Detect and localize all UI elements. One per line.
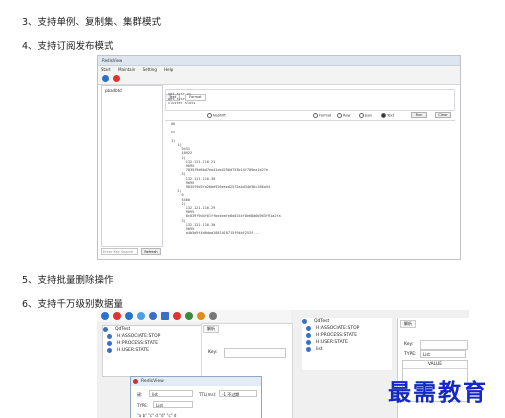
menu-setting[interactable]: Setting — [143, 67, 157, 72]
dialog-key-field[interactable]: list — [149, 390, 193, 397]
redisview-dialog: RedisView 键: list TTL(ms): -1 不过期 TYPE: … — [130, 376, 262, 418]
key-icon — [107, 334, 112, 339]
toolbar-2 — [97, 310, 291, 322]
key-label-2: Key: — [404, 342, 414, 347]
dialog-type-select[interactable]: List — [153, 401, 193, 408]
tab-parse[interactable]: 解析 — [203, 325, 219, 333]
type-select-2[interactable]: List — [420, 350, 466, 358]
dialog-title: RedisView — [131, 377, 261, 386]
key-icon — [306, 347, 311, 352]
key-icon — [306, 340, 311, 345]
key-icon — [107, 341, 112, 346]
search-input[interactable]: Enter Key Search — [101, 248, 138, 255]
toolbar — [98, 74, 460, 85]
dialog-type-label: TYPE: — [137, 403, 149, 408]
window-title: RedisView — [98, 56, 460, 66]
disconnect-icon[interactable] — [113, 75, 120, 82]
noshift-checkbox[interactable]: NoShift — [207, 113, 226, 118]
tree-root-3[interactable]: QdTest — [302, 318, 392, 325]
disconnect-icon[interactable] — [113, 312, 121, 320]
key-field-2[interactable] — [420, 340, 468, 350]
redisview-screenshot-1: RedisView Start Maintain Setting Help pb… — [97, 55, 461, 260]
delete-icon[interactable] — [173, 312, 181, 320]
tree-item[interactable]: H:PROCESS:STATE — [302, 332, 392, 339]
key-icon — [306, 333, 311, 338]
key-icon — [107, 348, 112, 353]
command-input[interactable]: set rcsr cc. get rcsr. cluster slots — [165, 89, 455, 111]
tree-root[interactable]: pbadbtd — [102, 86, 162, 95]
output-area: OK cc 1) 1) 9431 10922 2) 132.121.116.21… — [171, 122, 281, 236]
menu-maintain[interactable]: Maintain — [118, 67, 135, 72]
connect-icon[interactable] — [101, 312, 109, 320]
add-icon[interactable] — [185, 312, 193, 320]
tree-panel-2: QdTest H:ASSOCIATE:STOP H:PROCESS:STATE … — [102, 325, 204, 377]
key-icon[interactable] — [149, 312, 157, 320]
connect-icon[interactable] — [102, 75, 109, 82]
value-column-header: VALUE — [403, 361, 467, 369]
app-icon — [133, 379, 138, 384]
tree-item[interactable]: H:USER:STATE — [103, 347, 203, 354]
refresh-icon[interactable] — [125, 312, 133, 320]
globe-icon[interactable] — [137, 312, 145, 320]
export-icon[interactable] — [197, 312, 205, 320]
tree-panel: pbadbtd — [101, 85, 163, 247]
tree-panel-3: QdTest H:ASSOCIATE:STOP H:PROCESS:STATE … — [302, 318, 392, 370]
tree-item[interactable]: H:ASSOCIATE:STOP — [302, 325, 392, 332]
tree-root-2[interactable]: QdTest — [103, 326, 203, 333]
watermark: 最需教育 — [388, 379, 488, 406]
image-icon[interactable] — [161, 312, 169, 320]
radio-raw[interactable]: Raw — [337, 113, 350, 118]
tree-item[interactable]: H:USER:STATE — [302, 339, 392, 346]
heading-6: 6、支持千万级别数据量 — [22, 299, 124, 310]
radio-json[interactable]: Json — [359, 113, 372, 118]
tree-item[interactable]: list — [302, 346, 392, 353]
dialog-key-label: 键: — [137, 392, 143, 397]
key-field[interactable] — [224, 348, 286, 358]
dialog-ttl-label: TTL(ms): — [199, 392, 217, 397]
clear-button[interactable]: Clear — [435, 112, 451, 118]
tree-item[interactable]: H:PROCESS:STATE — [103, 340, 203, 347]
key-icon — [306, 326, 311, 331]
db-icon — [302, 319, 307, 324]
refresh-button[interactable]: Refresh — [141, 248, 161, 255]
heading-4: 4、支持订阅发布模式 — [22, 41, 114, 52]
heading-3: 3、支持单例、复制集、集群模式 — [22, 17, 162, 28]
tree-item[interactable]: H:ASSOCIATE:STOP — [103, 333, 203, 340]
menu-help[interactable]: Help — [164, 67, 173, 72]
key-label: Key: — [208, 350, 218, 355]
menu-start[interactable]: Start — [101, 67, 111, 72]
heading-5: 5、支持批量删除操作 — [22, 275, 114, 286]
tab-parse-2[interactable]: 解析 — [400, 320, 416, 328]
db-icon — [103, 327, 108, 332]
dialog-ttl-field[interactable]: -1 不过期 — [219, 390, 257, 397]
dialog-list-row: "a b" "c" d "d" "c" d — [137, 413, 177, 418]
settings-icon[interactable] — [209, 312, 217, 320]
radio-format[interactable]: Format — [313, 113, 331, 118]
menu-bar: Start Maintain Setting Help — [98, 66, 460, 74]
options-row: NoShift Format Raw Json Text Run Clear — [165, 111, 455, 121]
type-label-2: TYPE: — [404, 352, 417, 357]
radio-text[interactable]: Text — [381, 113, 394, 118]
run-button[interactable]: Run — [411, 112, 427, 118]
